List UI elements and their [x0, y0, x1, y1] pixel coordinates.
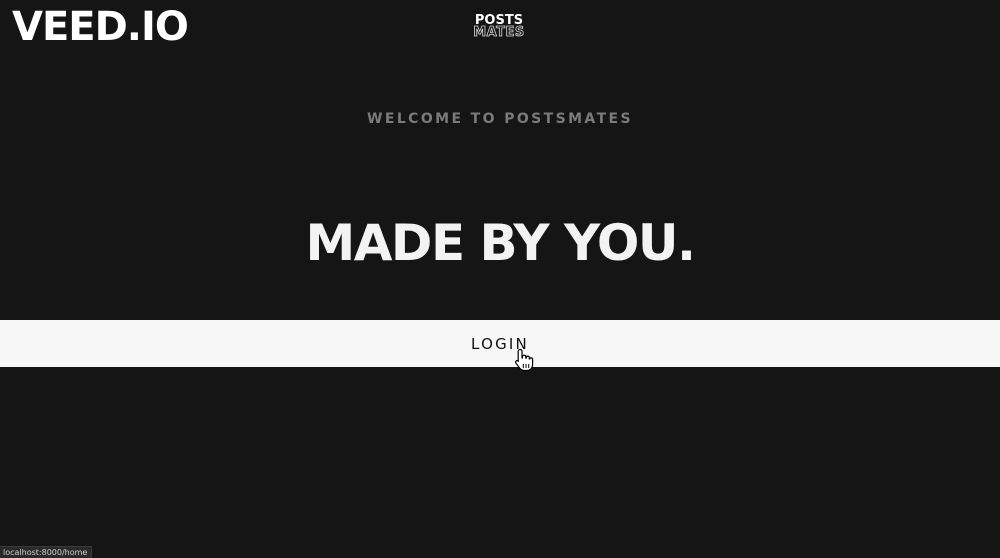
status-bar-url: localhost:8000/home	[0, 546, 93, 558]
postsmates-logo[interactable]: POSTS MATES	[471, 14, 527, 40]
welcome-subtitle: WELCOME TO POSTSMATES	[367, 111, 633, 127]
logo-line-mates: MATES	[473, 25, 525, 40]
veed-watermark: VEED.IO	[12, 4, 189, 50]
login-button[interactable]: LOGIN	[0, 320, 1000, 367]
hero-headline: MADE BY YOU.	[305, 214, 696, 272]
hand-pointer-icon	[515, 348, 534, 372]
